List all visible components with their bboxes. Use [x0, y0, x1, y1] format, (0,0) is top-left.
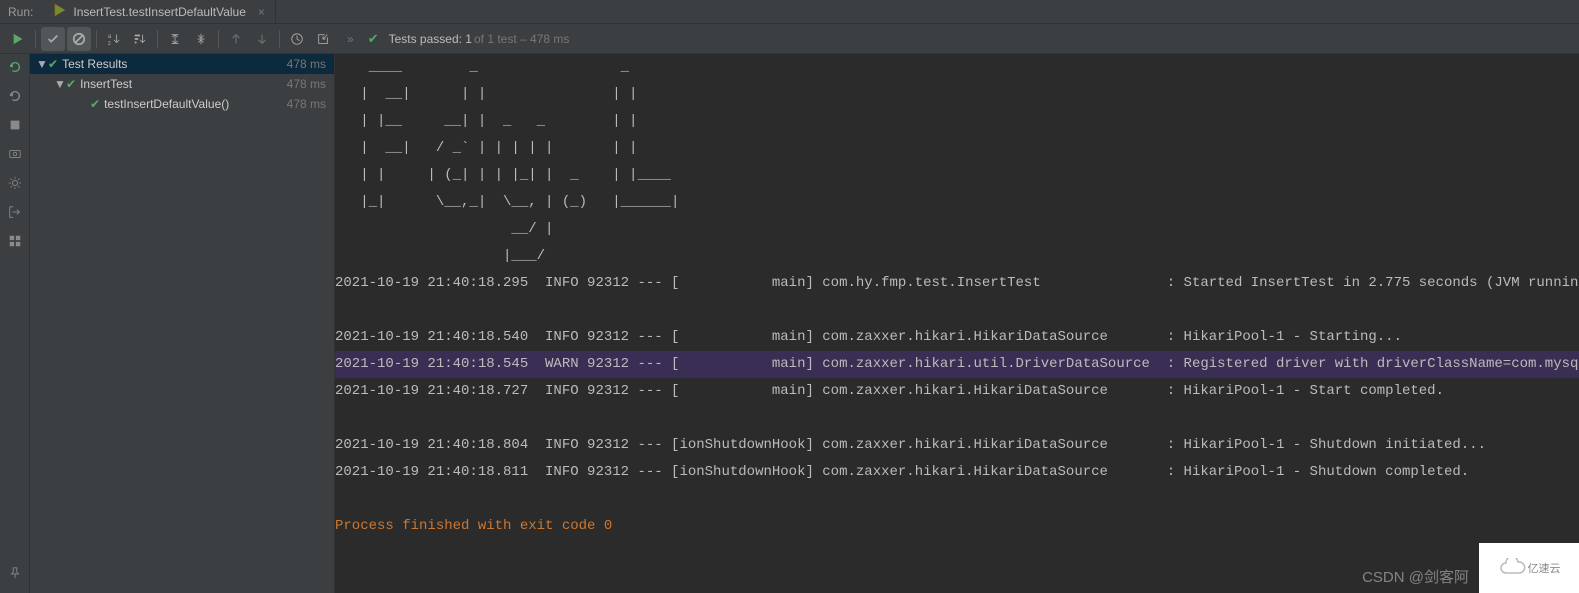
log-line — [335, 486, 1579, 513]
tree-row-results[interactable]: ▼ ✔ Test Results 478 ms — [30, 54, 334, 74]
ascii-art-line: | |__ __| | _ _ | | — [335, 108, 1579, 135]
expand-all-button[interactable] — [163, 27, 187, 51]
rerun-button[interactable] — [6, 27, 30, 51]
prev-failed-button[interactable] — [224, 27, 248, 51]
console-output[interactable]: ____ _ _ | __| | | | | | |__ __| | _ _ |… — [335, 54, 1579, 593]
svg-text:z: z — [108, 40, 111, 46]
run-label: Run: — [8, 5, 33, 19]
tests-passed-total: of 1 test – 478 ms — [474, 32, 569, 46]
log-line: 2021-10-19 21:40:18.295 INFO 92312 --- [… — [335, 270, 1579, 297]
corner-logo-text: 亿速云 — [1528, 560, 1561, 576]
watermark-text: CSDN @剑客阿 — [1362, 566, 1469, 587]
separator — [35, 30, 36, 48]
run-config-name: InsertTest.testInsertDefaultValue — [73, 5, 246, 19]
stop-icon[interactable] — [8, 118, 22, 135]
log-line: 2021-10-19 21:40:18.727 INFO 92312 --- [… — [335, 378, 1579, 405]
ascii-art-line: | | | (_| | | |_| | _ | |____ — [335, 162, 1579, 189]
test-tree[interactable]: ▼ ✔ Test Results 478 ms ▼ ✔ InsertTest 4… — [30, 54, 335, 593]
log-line — [335, 405, 1579, 432]
test-ok-icon: ✔ — [66, 77, 76, 91]
ascii-art-line: | __| | | | | — [335, 81, 1579, 108]
test-ok-icon: ✔ — [90, 97, 100, 111]
close-tab-icon[interactable]: × — [258, 5, 265, 19]
show-passed-toggle[interactable] — [41, 27, 65, 51]
dump-threads-icon[interactable] — [8, 147, 22, 164]
tree-row-name: Test Results — [62, 57, 287, 71]
tests-passed-count: Tests passed: 1 — [389, 32, 472, 46]
separator — [96, 30, 97, 48]
log-line: 2021-10-19 21:40:18.804 INFO 92312 --- [… — [335, 432, 1579, 459]
test-history-button[interactable] — [285, 27, 309, 51]
tests-passed-icon: ✔ — [368, 31, 379, 47]
log-line: 2021-10-19 21:40:18.540 INFO 92312 --- [… — [335, 324, 1579, 351]
next-failed-button[interactable] — [250, 27, 274, 51]
test-toolbar: az » ✔ Tests passed: 1 of 1 test – 478 m… — [0, 24, 1579, 54]
tree-row-method[interactable]: ✔ testInsertDefaultValue() 478 ms — [30, 94, 334, 114]
ascii-art-line: ____ _ _ — [335, 54, 1579, 81]
rerun-icon[interactable] — [8, 60, 22, 77]
sort-alpha-button[interactable]: az — [102, 27, 126, 51]
sort-duration-button[interactable] — [128, 27, 152, 51]
log-line: 2021-10-19 21:40:18.811 INFO 92312 --- [… — [335, 459, 1579, 486]
test-ok-icon: ✔ — [48, 57, 58, 71]
overflow-chevrons[interactable]: » — [347, 32, 354, 46]
log-line — [335, 297, 1579, 324]
pin-icon[interactable] — [8, 566, 22, 583]
tree-row-class[interactable]: ▼ ✔ InsertTest 478 ms — [30, 74, 334, 94]
tree-row-time: 478 ms — [287, 57, 326, 71]
toggle-auto-test-icon[interactable] — [8, 89, 22, 106]
corner-logo: 亿速云 — [1479, 543, 1579, 593]
layout-icon[interactable] — [8, 234, 22, 251]
ascii-art-line: |_| \__,_| \__, | (_) |______| — [335, 189, 1579, 216]
log-line: Process finished with exit code 0 — [335, 513, 1579, 540]
ascii-art-line: | __| / _` | | | | | | | — [335, 135, 1579, 162]
svg-text:a: a — [108, 33, 112, 40]
run-config-tab[interactable]: InsertTest.testInsertDefaultValue × — [43, 0, 276, 23]
tree-row-name: testInsertDefaultValue() — [104, 97, 287, 111]
tree-row-name: InsertTest — [80, 77, 287, 91]
run-tab-bar: Run: InsertTest.testInsertDefaultValue × — [0, 0, 1579, 24]
expand-arrow-icon[interactable]: ▼ — [36, 57, 48, 71]
separator — [157, 30, 158, 48]
run-config-icon — [53, 3, 67, 20]
ascii-art-line: |___/ — [335, 243, 1579, 270]
expand-arrow-icon[interactable]: ▼ — [54, 77, 66, 91]
show-ignored-toggle[interactable] — [67, 27, 91, 51]
exit-icon[interactable] — [8, 205, 22, 222]
log-line: 2021-10-19 21:40:18.545 WARN 92312 --- [… — [335, 351, 1579, 378]
tree-row-time: 478 ms — [287, 97, 326, 111]
separator — [279, 30, 280, 48]
left-gutter — [0, 54, 30, 593]
import-tests-button[interactable] — [311, 27, 335, 51]
separator — [218, 30, 219, 48]
ascii-art-line: __/ | — [335, 216, 1579, 243]
collapse-all-button[interactable] — [189, 27, 213, 51]
settings-icon[interactable] — [8, 176, 22, 193]
cloud-icon — [1498, 558, 1528, 578]
tree-row-time: 478 ms — [287, 77, 326, 91]
main-area: ▼ ✔ Test Results 478 ms ▼ ✔ InsertTest 4… — [0, 54, 1579, 593]
